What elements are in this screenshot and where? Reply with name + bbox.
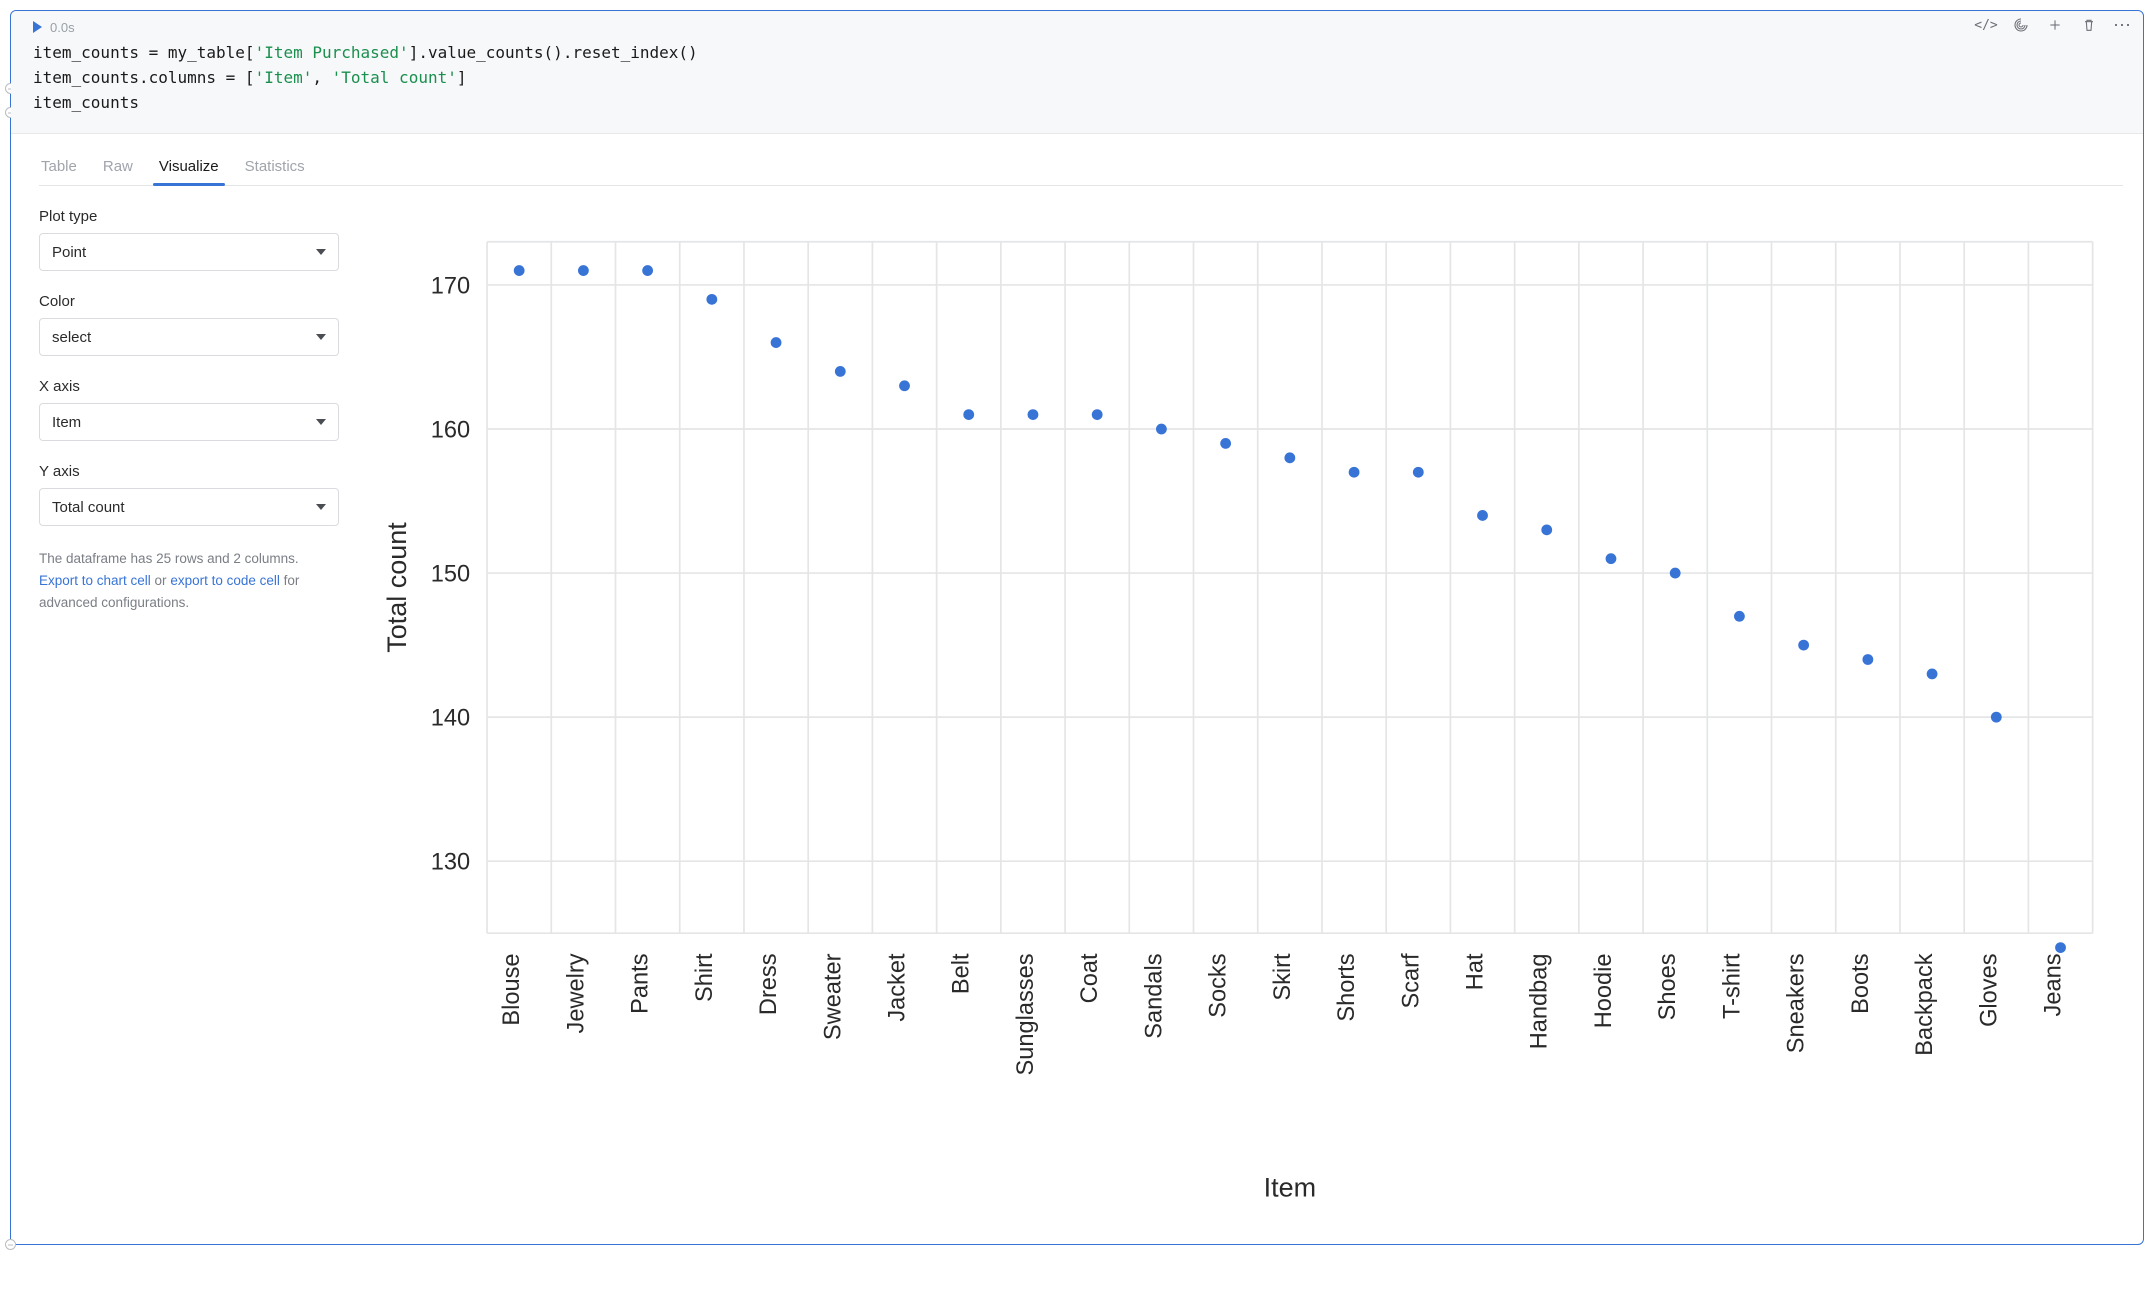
- code-editor[interactable]: item_counts = my_table['Item Purchased']…: [33, 41, 2129, 115]
- output-tabs: Table Raw Visualize Statistics: [39, 152, 2123, 186]
- svg-text:Dress: Dress: [756, 954, 782, 1016]
- plot-type-label: Plot type: [39, 208, 339, 225]
- cell-toolbar: </> ⋯: [1977, 15, 2133, 35]
- code-brackets-icon: </>: [1974, 18, 1997, 33]
- run-cell-button[interactable]: [33, 21, 42, 33]
- chevron-down-icon: [316, 249, 326, 255]
- y-axis-value: Total count: [52, 499, 125, 516]
- svg-text:Belt: Belt: [949, 953, 975, 994]
- run-status-row: 0.0s: [33, 17, 2129, 37]
- y-axis-select[interactable]: Total count: [39, 488, 339, 526]
- tab-table[interactable]: Table: [39, 152, 79, 185]
- tab-raw[interactable]: Raw: [101, 152, 135, 185]
- color-label: Color: [39, 293, 339, 310]
- x-axis-select[interactable]: Item: [39, 403, 339, 441]
- plot-type-value: Point: [52, 244, 86, 261]
- ai-assist-button[interactable]: [2011, 15, 2031, 35]
- svg-text:150: 150: [431, 562, 470, 588]
- svg-text:Skirt: Skirt: [1270, 953, 1296, 1001]
- plot-controls: Plot type Point Color select X axis: [39, 208, 339, 613]
- svg-text:Sandals: Sandals: [1141, 954, 1167, 1039]
- svg-text:Gloves: Gloves: [1976, 954, 2002, 1027]
- export-code-link[interactable]: export to code cell: [170, 573, 280, 588]
- y-axis-label: Y axis: [39, 463, 339, 480]
- plot-type-select[interactable]: Point: [39, 233, 339, 271]
- chart-area: 130 140 150 160 170 Blouse Jewelry Pants Shirt Dr…: [369, 208, 2123, 1220]
- tab-visualize[interactable]: Visualize: [157, 152, 221, 185]
- dataframe-note: The dataframe has 25 rows and 2 columns.…: [39, 548, 339, 613]
- svg-text:Sweater: Sweater: [820, 954, 846, 1041]
- svg-text:Backpack: Backpack: [1912, 954, 1938, 1057]
- chevron-down-icon: [316, 504, 326, 510]
- color-value: select: [52, 329, 91, 346]
- svg-text:Jeans: Jeans: [2041, 954, 2067, 1017]
- cell-output-area: Table Raw Visualize Statistics Plot type Po…: [11, 134, 2143, 1244]
- chevron-down-icon: [316, 334, 326, 340]
- svg-text:Socks: Socks: [1206, 954, 1232, 1018]
- svg-text:140: 140: [431, 706, 470, 732]
- svg-text:T-shirt: T-shirt: [1719, 953, 1745, 1019]
- execution-time: 0.0s: [50, 20, 75, 35]
- svg-text:Pants: Pants: [628, 954, 654, 1014]
- cell-input-area: </> ⋯ 0.0s item_counts = my_table['Item …: [11, 11, 2143, 134]
- svg-text:Blouse: Blouse: [499, 954, 525, 1026]
- cell-type-dropdown[interactable]: </>: [1977, 15, 1997, 35]
- svg-text:Total count: Total count: [382, 522, 412, 653]
- svg-text:Shirt: Shirt: [692, 953, 718, 1002]
- svg-text:Hat: Hat: [1463, 953, 1489, 990]
- export-chart-link[interactable]: Export to chart cell: [39, 573, 151, 588]
- chevron-down-icon: [316, 419, 326, 425]
- color-select[interactable]: select: [39, 318, 339, 356]
- svg-text:Hoodie: Hoodie: [1591, 954, 1617, 1029]
- x-axis-value: Item: [52, 414, 81, 431]
- svg-text:Shoes: Shoes: [1655, 954, 1681, 1021]
- dataframe-shape-text: The dataframe has 25 rows and 2 columns.: [39, 551, 299, 566]
- svg-text:Shorts: Shorts: [1334, 954, 1360, 1022]
- svg-text:Sunglasses: Sunglasses: [1013, 954, 1039, 1076]
- svg-text:Jacket: Jacket: [885, 953, 911, 1022]
- svg-text:170: 170: [431, 274, 470, 300]
- svg-text:Boots: Boots: [1848, 954, 1874, 1014]
- svg-text:Coat: Coat: [1077, 953, 1103, 1003]
- svg-text:Sneakers: Sneakers: [1784, 954, 1810, 1054]
- svg-text:Jewelry: Jewelry: [563, 954, 589, 1034]
- svg-text:Handbag: Handbag: [1527, 954, 1553, 1050]
- point-chart: 130 140 150 160 170 Blouse Jewelry Pants Shirt Dr…: [369, 208, 2123, 1220]
- svg-text:Scarf: Scarf: [1398, 953, 1424, 1009]
- svg-text:130: 130: [431, 850, 470, 876]
- notebook-cell: </> ⋯ 0.0s item_counts = my_table['Item …: [10, 10, 2144, 1245]
- fold-gutter-icon[interactable]: [5, 1239, 16, 1250]
- svg-text:160: 160: [431, 418, 470, 444]
- delete-cell-button[interactable]: [2079, 15, 2099, 35]
- tab-statistics[interactable]: Statistics: [243, 152, 307, 185]
- visualize-panel: Plot type Point Color select X axis: [39, 208, 2123, 1220]
- more-actions-button[interactable]: ⋯: [2113, 15, 2133, 35]
- add-cell-button[interactable]: [2045, 15, 2065, 35]
- x-axis-label: X axis: [39, 378, 339, 395]
- svg-text:Item: Item: [1264, 1173, 1316, 1203]
